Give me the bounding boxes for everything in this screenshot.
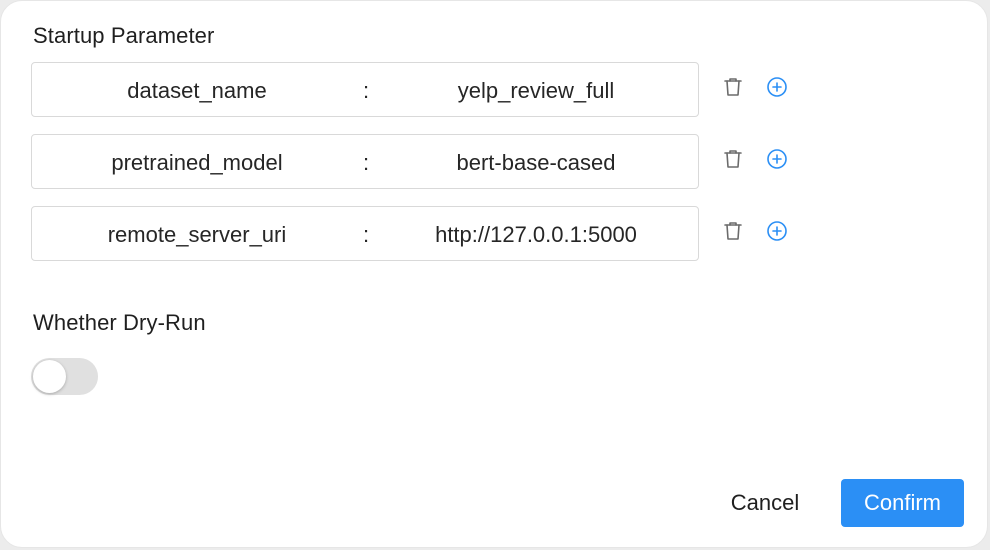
toggle-knob: [33, 360, 66, 393]
param-row: pretrained_model : bert-base-cased: [31, 134, 821, 191]
param-row: remote_server_uri : http://127.0.0.1:500…: [31, 206, 821, 263]
param-field[interactable]: remote_server_uri : http://127.0.0.1:500…: [31, 206, 699, 261]
dry-run-title: Whether Dry-Run: [33, 310, 206, 335]
param-field[interactable]: dataset_name : yelp_review_full: [31, 62, 699, 117]
param-field[interactable]: pretrained_model : bert-base-cased: [31, 134, 699, 189]
plus-circle-icon[interactable]: [765, 147, 789, 171]
plus-circle-icon[interactable]: [765, 219, 789, 243]
cancel-button[interactable]: Cancel: [713, 479, 817, 527]
dry-run-toggle[interactable]: [31, 358, 98, 395]
param-value: yelp_review_full: [457, 78, 615, 103]
param-key: remote_server_uri: [107, 222, 287, 247]
param-value: http://127.0.0.1:5000: [435, 222, 637, 247]
startup-parameter-title: Startup Parameter: [33, 23, 215, 48]
param-value: bert-base-cased: [456, 150, 616, 175]
trash-icon[interactable]: [721, 147, 745, 171]
dialog: Startup Parameter dataset_name : yelp_re…: [0, 0, 988, 548]
trash-icon[interactable]: [721, 75, 745, 99]
param-row: dataset_name : yelp_review_full: [31, 62, 821, 119]
plus-circle-icon[interactable]: [765, 75, 789, 99]
param-key: dataset_name: [127, 78, 267, 103]
confirm-button[interactable]: Confirm: [841, 479, 964, 527]
param-key: pretrained_model: [111, 150, 283, 175]
trash-icon[interactable]: [721, 219, 745, 243]
